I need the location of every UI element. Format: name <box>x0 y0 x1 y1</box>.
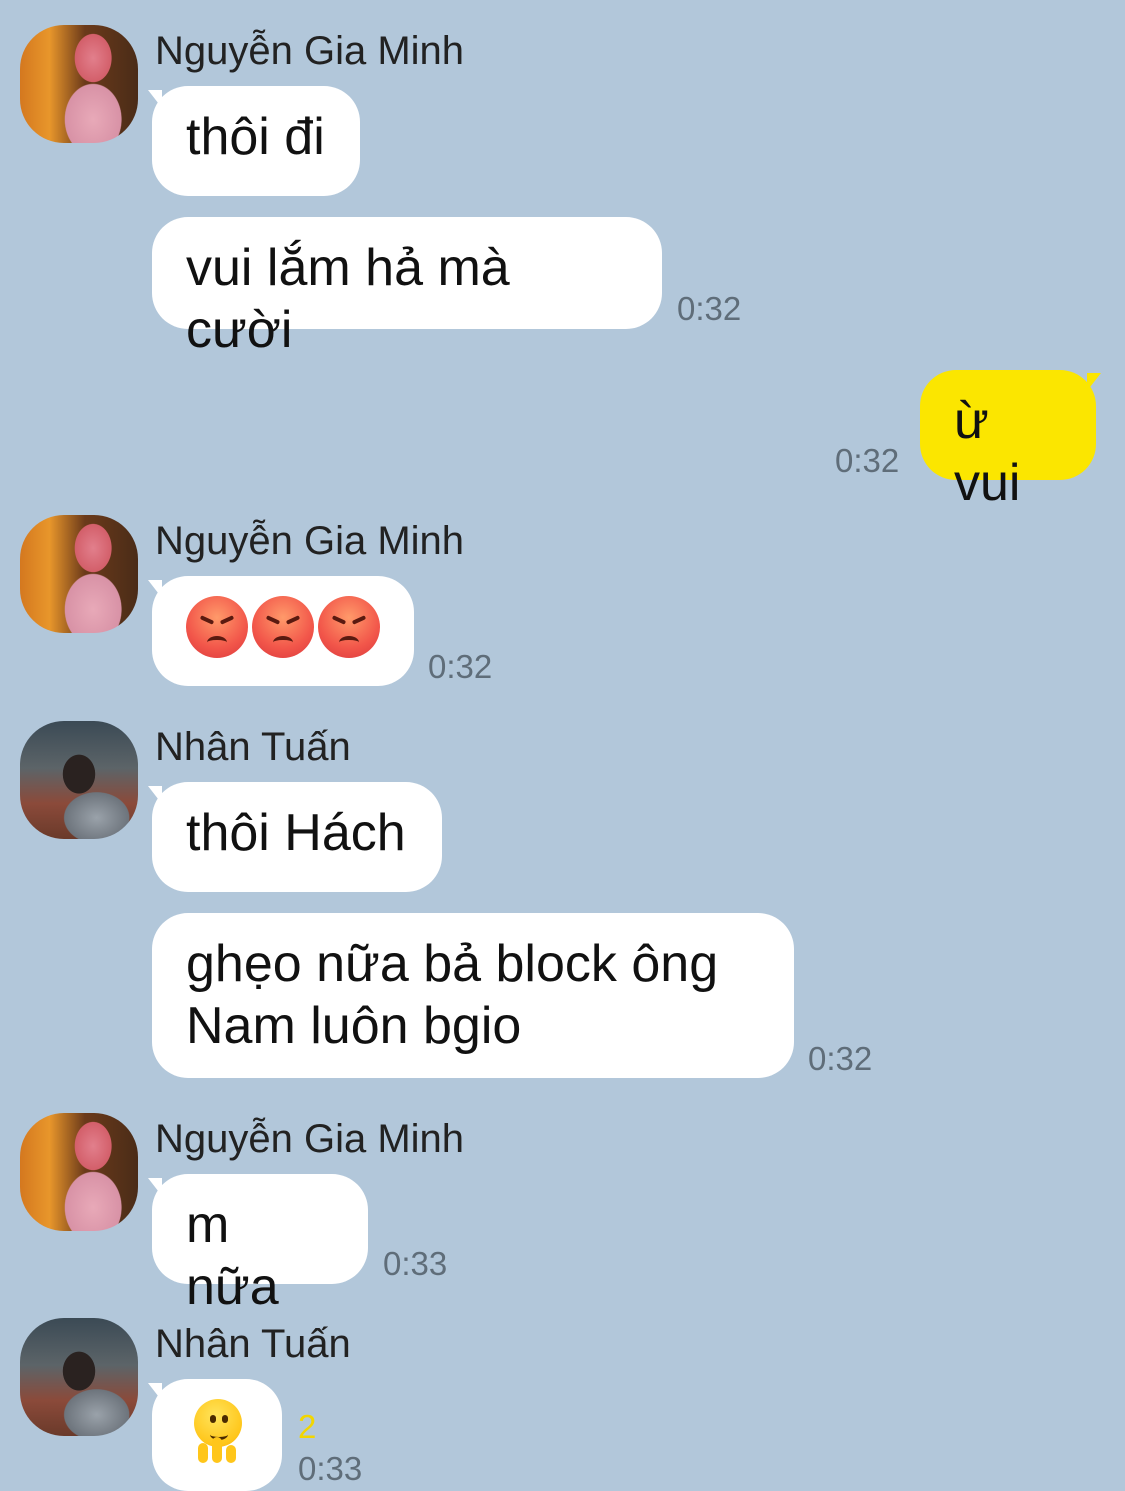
avatar-nguyen-gia-minh[interactable] <box>20 1113 138 1231</box>
message-text: vui lắm hả mà cười <box>186 239 510 359</box>
message-bubble[interactable] <box>152 1379 282 1491</box>
message-time: 0:33 <box>383 1245 448 1282</box>
avatar-nhan-tuan[interactable] <box>20 721 138 839</box>
message-time: 0:32 <box>428 648 493 685</box>
message-text: thôi đi <box>186 108 325 166</box>
sender-name: Nguyễn Gia Minh <box>155 519 465 563</box>
avatar-nguyen-gia-minh[interactable] <box>20 515 138 633</box>
message-text: thôi Hách <box>186 804 406 862</box>
avatar-nhan-tuan[interactable] <box>20 1318 138 1436</box>
message-bubble[interactable]: ghẹo nữa bả block ông Nam luôn bgio <box>152 913 794 1078</box>
sender-name: Nhân Tuấn <box>155 725 351 769</box>
message-time: 0:32 <box>835 442 900 479</box>
angry-face-icon <box>186 596 248 658</box>
melting-face-icon <box>190 1399 246 1463</box>
unread-count: 2 <box>298 1408 317 1445</box>
message-text: ừ vui <box>954 392 1021 512</box>
message-time: 0:32 <box>677 290 742 327</box>
message-bubble[interactable]: m nữa <box>152 1174 368 1316</box>
message-time: 0:33 <box>298 1450 363 1487</box>
message-time: 0:32 <box>808 1040 873 1077</box>
message-text-line: ghẹo nữa bả block ông <box>186 935 719 993</box>
message-text-line: Nam luôn bgio <box>186 997 522 1055</box>
angry-face-icon <box>318 596 380 658</box>
sender-name: Nhân Tuấn <box>155 1322 351 1366</box>
message-bubble[interactable]: vui lắm hả mà cười <box>152 217 662 359</box>
avatar-nguyen-gia-minh[interactable] <box>20 25 138 143</box>
message-bubble-outgoing[interactable]: ừ vui <box>920 370 1096 512</box>
angry-face-icon <box>252 596 314 658</box>
message-bubble[interactable]: thôi đi <box>152 86 360 196</box>
message-bubble[interactable]: thôi Hách <box>152 782 442 892</box>
message-text: m nữa <box>186 1196 279 1316</box>
sender-name: Nguyễn Gia Minh <box>155 29 465 73</box>
message-bubble[interactable] <box>152 576 414 686</box>
sender-name: Nguyễn Gia Minh <box>155 1117 465 1161</box>
